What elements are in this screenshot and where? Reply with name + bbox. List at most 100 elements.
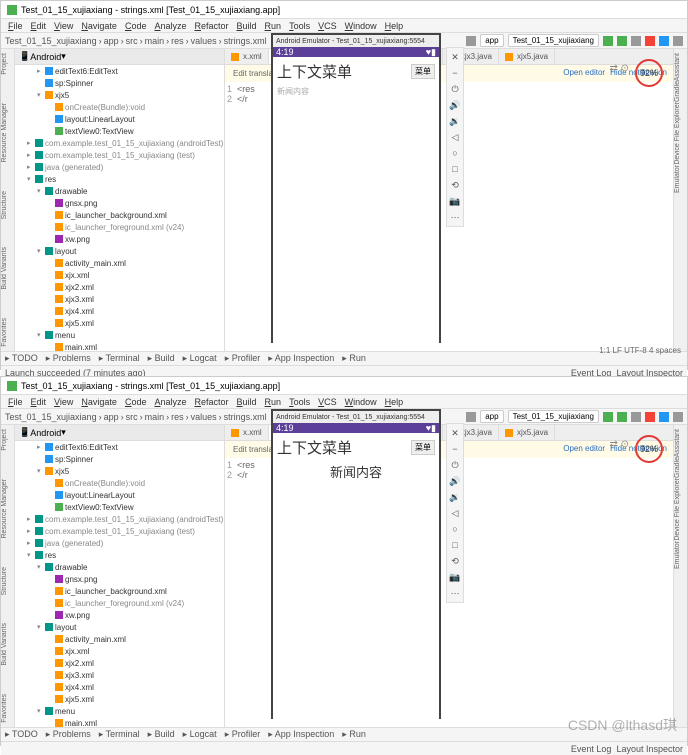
tree-item[interactable]: sp:Spinner [15, 453, 224, 465]
tree-item[interactable]: xjx5.xml [15, 693, 224, 705]
emu-ctl-icon[interactable]: ◁ [449, 508, 461, 518]
tool-Build Variants[interactable]: Build Variants [1, 623, 14, 666]
menu-VCS[interactable]: VCS [315, 397, 340, 407]
btm-Logcat[interactable]: ▸ Logcat [183, 729, 217, 740]
emu-ctl-icon[interactable]: ✕ [449, 428, 461, 438]
menu-Refactor[interactable]: Refactor [192, 397, 232, 407]
emulator-controls[interactable]: ✕−⏻🔊🔉◁○□⟲📷⋯ [446, 47, 464, 227]
right-tool-strip[interactable]: AssistantGradleDevice File ExplorerEmula… [673, 49, 687, 351]
btm-Problems[interactable]: ▸ Problems [46, 353, 91, 364]
menu-button[interactable]: 菜单 [411, 64, 435, 79]
menu-Build[interactable]: Build [234, 21, 260, 31]
menu-Analyze[interactable]: Analyze [151, 21, 189, 31]
stop-icon[interactable] [645, 36, 655, 46]
menu-Window[interactable]: Window [342, 397, 380, 407]
debug-icon[interactable] [617, 412, 627, 422]
menu-VCS[interactable]: VCS [315, 21, 340, 31]
open-editor-link[interactable]: Open editor [563, 68, 605, 77]
tree-header[interactable]: 📱 Android ▾ [15, 425, 224, 441]
emulator-window[interactable]: Android Emulator - Test_01_15_xujiaxiang… [271, 33, 441, 343]
hammer-icon[interactable] [466, 412, 476, 422]
tree-item[interactable]: ▸com.example.test_01_15_xujiaxiang (test… [15, 525, 224, 537]
tool-Assistant[interactable]: Assistant [674, 53, 687, 81]
btm-Terminal[interactable]: ▸ Terminal [99, 729, 140, 740]
tool-Emulator[interactable]: Emulator [674, 165, 687, 193]
emu-ctl-icon[interactable]: □ [449, 540, 461, 550]
crumb[interactable]: values [191, 36, 217, 46]
open-editor-link[interactable]: Open editor [563, 444, 605, 453]
debug-icon[interactable] [617, 36, 627, 46]
emu-ctl-icon[interactable]: 🔉 [449, 492, 461, 502]
crumb[interactable]: strings.xml [224, 36, 267, 46]
menu-Analyze[interactable]: Analyze [151, 397, 189, 407]
menu-Build[interactable]: Build [234, 397, 260, 407]
menu-Edit[interactable]: Edit [28, 21, 50, 31]
project-tree[interactable]: 📱 Android ▾ ▸editText6:EditTextsp:Spinne… [15, 49, 225, 351]
crumb[interactable]: strings.xml [224, 412, 267, 422]
emu-ctl-icon[interactable]: − [449, 68, 461, 78]
emu-ctl-icon[interactable]: ◁ [449, 132, 461, 142]
tree-item[interactable]: gnsx.png [15, 573, 224, 585]
btm-Run[interactable]: ▸ Run [342, 729, 366, 740]
emu-ctl-icon[interactable]: 📷 [449, 196, 461, 206]
stop-icon[interactable] [645, 412, 655, 422]
btm-Build[interactable]: ▸ Build [148, 353, 175, 364]
tree-item[interactable]: ▾res [15, 549, 224, 561]
crumb[interactable]: values [191, 412, 217, 422]
crumb[interactable]: Test_01_15_xujiaxiang [5, 412, 97, 422]
tree-item[interactable]: ▾xjx5 [15, 465, 224, 477]
tree-item[interactable]: activity_main.xml [15, 257, 224, 269]
tree-item[interactable]: xjx2.xml [15, 657, 224, 669]
hammer-icon[interactable] [466, 36, 476, 46]
emu-ctl-icon[interactable]: ⏻ [449, 84, 461, 94]
tree-item[interactable]: xjx5.xml [15, 317, 224, 329]
crumb[interactable]: main [145, 412, 165, 422]
menu-Tools[interactable]: Tools [286, 21, 313, 31]
menu-Window[interactable]: Window [342, 21, 380, 31]
left-tool-strip[interactable]: ProjectResource ManagerStructureBuild Va… [1, 425, 15, 727]
emulator-controls[interactable]: ✕−⏻🔊🔉◁○□⟲📷⋯ [446, 423, 464, 603]
memory-gauge[interactable]: 92% [635, 59, 663, 87]
emu-ctl-icon[interactable]: ⋯ [449, 588, 461, 598]
menu-View[interactable]: View [51, 397, 76, 407]
emulator-window[interactable]: Android Emulator - Test_01_15_xujiaxiang… [271, 409, 441, 719]
tree-item[interactable]: xjx.xml [15, 269, 224, 281]
tree-item[interactable]: ▸com.example.test_01_15_xujiaxiang (test… [15, 149, 224, 161]
tree-item[interactable]: ▸com.example.test_01_15_xujiaxiang (andr… [15, 137, 224, 149]
editor-tab[interactable]: x.xml [225, 49, 269, 64]
tree-item[interactable]: ▾xjx5 [15, 89, 224, 101]
tree-item[interactable]: xw.png [15, 233, 224, 245]
tree-item[interactable]: gnsx.png [15, 197, 224, 209]
menu-Tools[interactable]: Tools [286, 397, 313, 407]
menu-File[interactable]: File [5, 21, 26, 31]
menu-Navigate[interactable]: Navigate [78, 21, 120, 31]
btm-App Inspection[interactable]: ▸ App Inspection [268, 353, 334, 364]
tree-item[interactable]: xjx4.xml [15, 305, 224, 317]
btm-Profiler[interactable]: ▸ Profiler [225, 729, 261, 740]
emu-ctl-icon[interactable]: ○ [449, 148, 461, 158]
crumb[interactable]: src [126, 36, 138, 46]
tool-Structure[interactable]: Structure [1, 191, 14, 219]
emu-ctl-icon[interactable]: 🔊 [449, 100, 461, 110]
tree-item[interactable]: ▾drawable [15, 561, 224, 573]
tree-item[interactable]: ▸editText6:EditText [15, 441, 224, 453]
tool-Assistant[interactable]: Assistant [674, 429, 687, 457]
emu-ctl-icon[interactable]: − [449, 444, 461, 454]
tool-Favorites[interactable]: Favorites [1, 694, 14, 723]
emulator-screen[interactable]: 上下文菜单菜单 新闻内容 [273, 57, 439, 343]
menu-Run[interactable]: Run [262, 397, 285, 407]
device-select[interactable]: Test_01_15_xujiaxiang [508, 410, 599, 423]
tree-item[interactable]: ic_launcher_foreground.xml (v24) [15, 221, 224, 233]
crumb[interactable]: main [145, 36, 165, 46]
tree-item[interactable]: textView0:TextView [15, 125, 224, 137]
tool-Project[interactable]: Project [1, 53, 14, 75]
tree-item[interactable]: ▾menu [15, 329, 224, 341]
btm-TODO[interactable]: ▸ TODO [5, 353, 38, 364]
tree-item[interactable]: main.xml [15, 717, 224, 727]
tree-item[interactable]: ic_launcher_background.xml [15, 209, 224, 221]
tree-item[interactable]: onCreate(Bundle):void [15, 477, 224, 489]
menu-File[interactable]: File [5, 397, 26, 407]
tree-item[interactable]: layout:LinearLayout [15, 113, 224, 125]
tool-Build Variants[interactable]: Build Variants [1, 247, 14, 290]
bottom-toolbar[interactable]: ▸ TODO▸ Problems▸ Terminal▸ Build▸ Logca… [1, 351, 687, 365]
